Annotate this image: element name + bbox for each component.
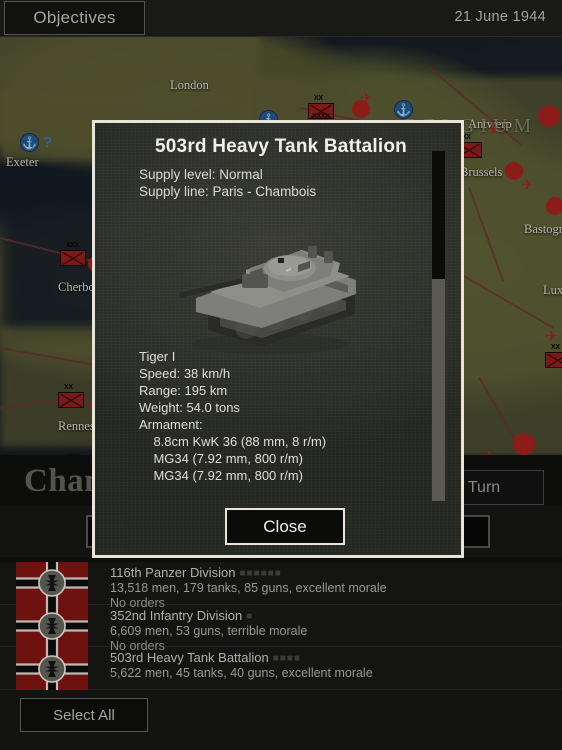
- supply-info: Supply level: Normal Supply line: Paris …: [139, 166, 316, 200]
- unit-stats: 5,622 men, 45 tanks, 40 guns, excellent …: [110, 666, 373, 681]
- air-unit-icon[interactable]: ✈: [360, 91, 373, 106]
- counter-size-label: XX: [64, 384, 73, 391]
- objectives-button[interactable]: Objectives: [4, 1, 145, 35]
- unit-flags: [16, 562, 88, 690]
- city-label: Exeter: [6, 155, 39, 169]
- select-all-button[interactable]: Select All: [20, 698, 148, 732]
- city-label: Rennes: [58, 419, 95, 433]
- dialog-scrollbar-track[interactable]: [432, 151, 445, 501]
- select-all-label: Select All: [53, 706, 115, 724]
- equipment-stats: Tiger I Speed: 38 km/h Range: 195 km Wei…: [139, 349, 327, 483]
- close-button-label: Close: [263, 516, 307, 536]
- map-city-dot[interactable]: [513, 433, 535, 455]
- unit-strength-pips: ■■■■: [272, 653, 301, 665]
- map-city-dot[interactable]: [538, 105, 560, 127]
- unit-info: 352nd Infantry Division ■ 6,609 men, 53 gu…: [88, 605, 562, 653]
- unit-name: 352nd Infantry Division ■: [110, 607, 254, 623]
- tank-illustration: [179, 246, 356, 354]
- counter-size-label: XXXX: [312, 113, 330, 120]
- map-unit-counter[interactable]: [545, 352, 562, 368]
- map-city-dot[interactable]: [546, 197, 562, 215]
- unit-details-dialog: 503rd Heavy Tank Battalion Supply level:…: [92, 120, 464, 558]
- air-unit-icon[interactable]: ✈: [521, 178, 534, 193]
- unit-name: 116th Panzer Division ■■■■■■: [110, 565, 282, 580]
- naval-base-icon[interactable]: ⚓: [20, 133, 39, 152]
- city-label: London: [170, 78, 209, 92]
- german-war-flag-icon: [16, 562, 88, 690]
- unknown-marker-icon: ?: [43, 134, 53, 151]
- unit-name: 503rd Heavy Tank Battalion ■■■■: [110, 650, 301, 666]
- city-label: Luxembourg: [543, 283, 562, 297]
- map-unit-counter[interactable]: [58, 392, 84, 408]
- unit-strength-pips: ■: [246, 610, 254, 622]
- game-screen: LondonExeterSouthamptonDoverBrugesAntwer…: [0, 0, 562, 750]
- air-unit-icon[interactable]: ✈: [487, 122, 500, 137]
- dialog-scrollbar-thumb[interactable]: [432, 151, 445, 279]
- counter-size-label: XX: [314, 95, 323, 102]
- map-unit-counter[interactable]: [60, 250, 86, 266]
- unit-stats: 13,518 men, 179 tanks, 85 guns, excellen…: [110, 581, 387, 595]
- unit-info: 116th Panzer Division ■■■■■■ 13,518 men, 1…: [88, 562, 562, 610]
- tiger-tank-image: [150, 218, 380, 358]
- counter-size-label: XX: [551, 344, 560, 351]
- supply-line-text: Supply line: Paris - Chambois: [139, 184, 317, 199]
- unit-info: 503rd Heavy Tank Battalion ■■■■ 5,622 men,…: [88, 647, 562, 689]
- close-button[interactable]: Close: [225, 508, 345, 545]
- city-label: Brussels: [460, 165, 503, 179]
- dialog-title: 503rd Heavy Tank Battalion: [155, 136, 407, 157]
- supply-level-text: Supply level: Normal: [139, 167, 263, 182]
- air-unit-icon[interactable]: ✈: [545, 329, 558, 344]
- naval-base-icon[interactable]: ⚓: [394, 100, 413, 119]
- game-date: 21 June 1944: [454, 9, 546, 25]
- objectives-button-label: Objectives: [33, 8, 116, 27]
- unit-strength-pips: ■■■■■■: [239, 568, 282, 579]
- air-unit-icon[interactable]: ✈: [483, 449, 496, 455]
- top-bar: Objectives 21 June 1944: [0, 0, 562, 37]
- counter-size-label: XXX: [66, 454, 79, 455]
- unit-stats: 6,609 men, 53 guns, terrible morale: [110, 623, 308, 638]
- counter-size-label: XXX: [66, 242, 80, 249]
- city-label: Bastogne: [524, 222, 562, 236]
